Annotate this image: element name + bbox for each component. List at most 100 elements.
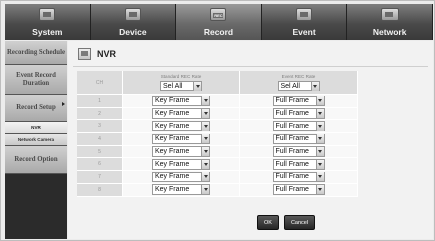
chevron-down-icon[interactable]: [201, 134, 209, 144]
table-row: 1 Key Frame Full Frame: [77, 95, 358, 108]
sidebar-item-recording-schedule[interactable]: Recording Schedule: [5, 41, 67, 65]
chevron-down-icon[interactable]: [315, 185, 324, 195]
standard-rate-dropdown[interactable]: Key Frame: [152, 146, 210, 157]
tab-system[interactable]: System: [5, 4, 91, 40]
event-rate-cell: Full Frame: [240, 95, 358, 108]
table-row: 4 Key Frame Full Frame: [77, 133, 358, 146]
header-label: Event REC Rate: [281, 73, 316, 79]
sidebar-filler: [5, 174, 67, 239]
standard-rate-dropdown[interactable]: Key Frame: [152, 171, 210, 183]
channel-number: 7: [77, 171, 123, 184]
standard-rate-dropdown[interactable]: Key Frame: [152, 108, 210, 119]
standard-rate-cell: Key Frame: [123, 95, 240, 108]
channel-number: 8: [77, 183, 123, 197]
chevron-down-icon[interactable]: [315, 134, 324, 144]
standard-rate-dropdown[interactable]: Key Frame: [152, 120, 210, 132]
chevron-down-icon[interactable]: [315, 159, 324, 169]
channel-number: 4: [77, 133, 123, 146]
event-rate-dropdown[interactable]: Full Frame: [272, 108, 325, 119]
dropdown-value: Full Frame: [275, 173, 309, 181]
sidebar-item-record-setup[interactable]: Record Setup: [5, 95, 67, 122]
chevron-down-icon[interactable]: [201, 147, 209, 157]
event-rate-dropdown[interactable]: Full Frame: [272, 133, 325, 145]
chevron-down-icon[interactable]: [201, 109, 209, 119]
chevron-down-icon[interactable]: [315, 172, 324, 182]
event-rate-cell: Full Frame: [240, 158, 358, 172]
table-row: 6 Key Frame Full Frame: [77, 158, 358, 172]
dropdown-value: Full Frame: [275, 110, 309, 118]
channel-number: 6: [77, 158, 123, 172]
chevron-down-icon[interactable]: [315, 147, 324, 157]
expand-arrow-icon: [62, 102, 65, 106]
sidebar-item-event-record-duration[interactable]: Event Record Duration: [5, 65, 67, 95]
chevron-down-icon[interactable]: [315, 121, 324, 131]
dialog-buttons: OK Cancel: [257, 215, 316, 230]
event-rate-dropdown[interactable]: Full Frame: [272, 120, 325, 132]
dropdown-value: Full Frame: [275, 186, 309, 194]
table-row: 2 Key Frame Full Frame: [77, 107, 358, 121]
channel-number: 5: [77, 145, 123, 159]
dropdown-value: Full Frame: [275, 122, 309, 130]
event-rate-dropdown[interactable]: Full Frame: [272, 171, 325, 183]
tab-device-label: Device: [119, 27, 147, 37]
dropdown-value: Key Frame: [155, 173, 190, 181]
table-row: 5 Key Frame Full Frame: [77, 145, 358, 159]
standard-rate-dropdown[interactable]: Key Frame: [152, 159, 210, 170]
event-rate-dropdown[interactable]: Full Frame: [272, 95, 325, 107]
record-icon: [210, 8, 227, 21]
tab-system-label: System: [32, 27, 63, 37]
nvr-icon: [78, 48, 91, 60]
main-panel: NVR CH Standard REC Rate Sel All Event R…: [68, 41, 433, 239]
table-row: 3 Key Frame Full Frame: [77, 120, 358, 134]
event-rate-cell: Full Frame: [240, 107, 358, 121]
standard-rate-cell: Key Frame: [123, 120, 240, 134]
standard-rate-dropdown[interactable]: Key Frame: [152, 95, 210, 107]
dropdown-value: Full Frame: [275, 135, 309, 143]
tab-device[interactable]: Device: [90, 4, 177, 40]
dropdown-value: Sel All: [163, 82, 183, 90]
chevron-down-icon[interactable]: [201, 185, 209, 195]
tab-event-label: Event: [292, 27, 316, 37]
chevron-down-icon[interactable]: [201, 121, 209, 131]
tab-record[interactable]: Record: [176, 4, 262, 40]
chevron-down-icon[interactable]: [201, 172, 209, 182]
sidebar: Recording Schedule Event Record Duration…: [5, 41, 67, 239]
dropdown-value: Key Frame: [155, 110, 190, 118]
system-icon: [39, 8, 56, 21]
chevron-down-icon[interactable]: [315, 109, 324, 119]
tab-event[interactable]: Event: [261, 4, 348, 40]
chevron-down-icon[interactable]: [315, 96, 324, 106]
header-event-rec-rate: Event REC Rate Sel All: [240, 71, 358, 95]
cancel-button[interactable]: Cancel: [283, 215, 316, 230]
sidebar-item-label: NVR: [31, 124, 41, 130]
event-rate-dropdown[interactable]: Full Frame: [272, 146, 325, 157]
event-sel-all-dropdown[interactable]: Sel All: [277, 80, 320, 92]
sidebar-item-label: Network Camera: [17, 136, 55, 142]
event-rate-dropdown[interactable]: Full Frame: [272, 184, 325, 195]
chevron-down-icon[interactable]: [201, 159, 209, 169]
standard-rate-dropdown[interactable]: Key Frame: [152, 184, 210, 195]
standard-sel-all-dropdown[interactable]: Sel All: [160, 80, 202, 92]
dropdown-value: Sel All: [280, 82, 300, 90]
dropdown-value: Key Frame: [155, 97, 190, 105]
tab-network[interactable]: Network: [347, 4, 433, 40]
chevron-down-icon[interactable]: [201, 96, 209, 106]
dialog-frame: System Device Record Event Network Recor…: [0, 0, 435, 241]
standard-rate-dropdown[interactable]: Key Frame: [152, 133, 210, 145]
dropdown-value: Key Frame: [155, 122, 190, 130]
sidebar-item-nvr[interactable]: NVR: [5, 122, 67, 134]
dropdown-value: Key Frame: [155, 135, 190, 143]
chevron-down-icon[interactable]: [310, 81, 319, 91]
top-tab-bar: System Device Record Event Network: [5, 4, 433, 40]
chevron-down-icon[interactable]: [193, 81, 201, 91]
sidebar-item-network-camera[interactable]: Network Camera: [5, 134, 67, 146]
channel-number: 3: [77, 120, 123, 134]
dropdown-value: Full Frame: [275, 148, 309, 156]
page-title: NVR: [97, 49, 117, 59]
sidebar-item-record-option[interactable]: Record Option: [5, 146, 67, 174]
tab-record-label: Record: [203, 27, 234, 37]
ok-button[interactable]: OK: [257, 215, 279, 230]
sidebar-item-label: Recording Schedule: [7, 48, 65, 56]
event-rate-dropdown[interactable]: Full Frame: [272, 159, 325, 170]
channel-number: 2: [77, 107, 123, 121]
